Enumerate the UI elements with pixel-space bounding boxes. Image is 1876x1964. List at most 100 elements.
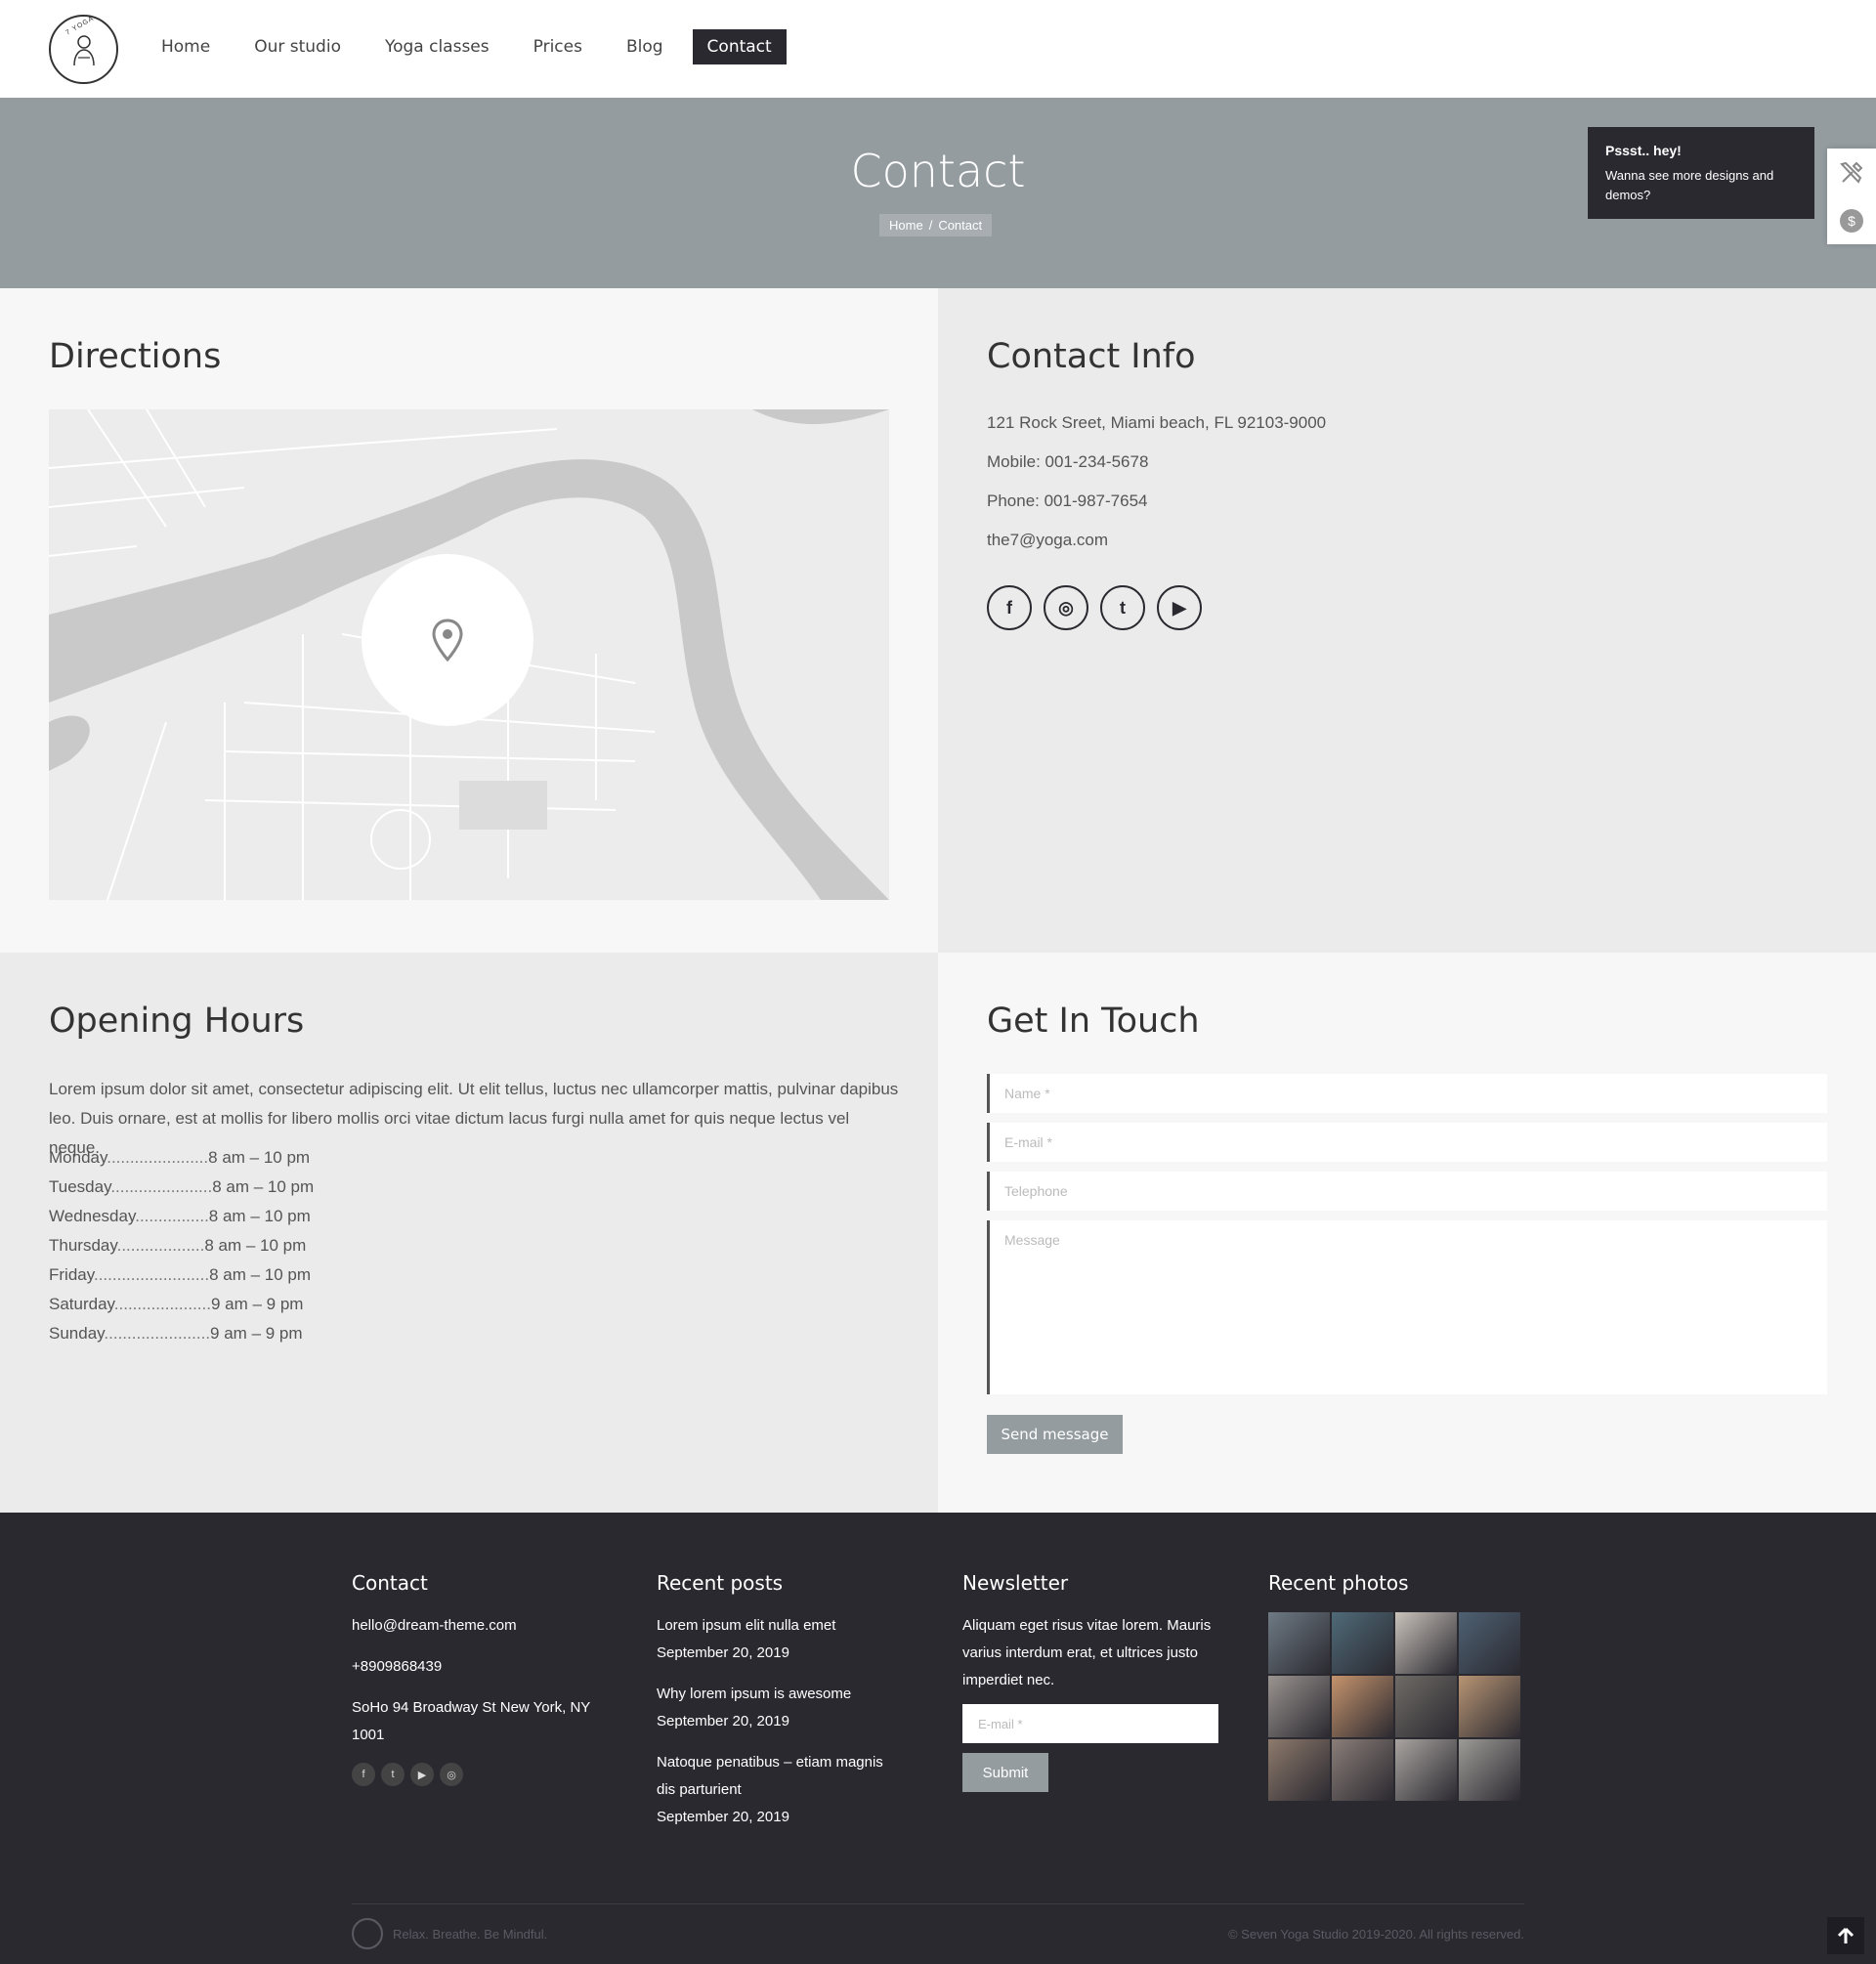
breadcrumb-current: Contact xyxy=(938,218,983,233)
demo-tooltip: Pssst.. hey! Wanna see more designs and … xyxy=(1588,127,1814,219)
hours-day: Sunday xyxy=(49,1324,105,1343)
post-date: September 20, 2019 xyxy=(657,1644,789,1661)
hours-row: Monday......................8 am – 10 pm xyxy=(49,1143,314,1173)
send-message-button[interactable]: Send message xyxy=(987,1415,1123,1454)
footer-email[interactable]: hello@dream-theme.com xyxy=(352,1612,596,1640)
nav-blog[interactable]: Blog xyxy=(612,29,678,64)
map-marker[interactable] xyxy=(362,554,533,726)
instagram-icon[interactable]: ◎ xyxy=(440,1763,463,1786)
recent-photo-thumbnail[interactable] xyxy=(1459,1739,1520,1801)
instagram-icon[interactable]: ◎ xyxy=(1044,585,1088,630)
name-field[interactable]: Name * xyxy=(987,1074,1827,1113)
nav-our-studio[interactable]: Our studio xyxy=(239,29,356,64)
recent-photo-thumbnail[interactable] xyxy=(1332,1676,1393,1737)
hours-list: Monday......................8 am – 10 pm… xyxy=(49,1143,314,1348)
footer-phone: +8909868439 xyxy=(352,1658,443,1675)
twitter-icon[interactable]: t xyxy=(381,1763,405,1786)
contact-info-section: Contact Info 121 Rock Sreet, Miami beach… xyxy=(938,288,1876,953)
telephone-field[interactable]: Telephone xyxy=(987,1172,1827,1211)
facebook-icon[interactable]: f xyxy=(352,1763,375,1786)
get-in-touch-section: Get In Touch Name * E-mail * Telephone M… xyxy=(938,953,1876,1513)
recent-photo-thumbnail[interactable] xyxy=(1268,1676,1330,1737)
post-date: September 20, 2019 xyxy=(657,1713,789,1729)
hours-dots: ....................... xyxy=(104,1324,211,1343)
contact-mobile: Mobile: 001-234-5678 xyxy=(987,452,1149,471)
hours-row: Tuesday......................8 am – 10 p… xyxy=(49,1173,314,1202)
side-tool-panel: $ xyxy=(1827,149,1876,244)
opening-hours-section: Opening Hours Lorem ipsum dolor sit amet… xyxy=(0,953,938,1513)
recent-photo-thumbnail[interactable] xyxy=(1268,1739,1330,1801)
youtube-icon[interactable]: ▶ xyxy=(1157,585,1202,630)
newsletter-submit-button[interactable]: Submit xyxy=(962,1753,1048,1792)
recent-photo-thumbnail[interactable] xyxy=(1268,1612,1330,1674)
map[interactable] xyxy=(49,409,889,900)
recent-photo-thumbnail[interactable] xyxy=(1395,1739,1457,1801)
main-nav: Home Our studio Yoga classes Prices Blog… xyxy=(147,29,801,64)
tooltip-title: Pssst.. hey! xyxy=(1605,143,1682,158)
newsletter-title: Newsletter xyxy=(962,1571,1069,1595)
footer-contact: Contact hello@dream-theme.com +890986843… xyxy=(352,1571,596,1786)
hours-time: 9 am – 9 pm xyxy=(210,1295,304,1313)
post-title[interactable]: Natoque penatibus – etiam magnis dis par… xyxy=(657,1749,901,1804)
email-field[interactable]: E-mail * xyxy=(987,1123,1827,1162)
twitter-icon[interactable]: t xyxy=(1100,585,1145,630)
hours-day: Friday xyxy=(49,1265,94,1284)
message-field[interactable]: Message xyxy=(987,1220,1827,1394)
nav-home[interactable]: Home xyxy=(147,29,225,64)
site-logo[interactable]: 7 YOGA xyxy=(49,15,118,84)
footer-logo[interactable] xyxy=(352,1918,383,1949)
nav-yoga-classes[interactable]: Yoga classes xyxy=(370,29,504,64)
hours-time: 8 am – 10 pm xyxy=(204,1236,307,1255)
recent-photo-thumbnail[interactable] xyxy=(1395,1676,1457,1737)
contact-info-title: Contact Info xyxy=(987,337,1196,376)
site-header: 7 YOGA Home Our studio Yoga classes Pric… xyxy=(0,0,1876,98)
hours-row: Friday.........................8 am – 10… xyxy=(49,1260,314,1290)
back-to-top-button[interactable] xyxy=(1827,1917,1864,1954)
hours-row: Thursday...................8 am – 10 pm xyxy=(49,1231,314,1260)
youtube-icon[interactable]: ▶ xyxy=(410,1763,434,1786)
nav-prices[interactable]: Prices xyxy=(519,29,597,64)
social-links: f ◎ t ▶ xyxy=(987,585,1202,630)
newsletter-email-input[interactable]: E-mail * xyxy=(962,1704,1218,1743)
hours-row: Saturday.....................9 am – 9 pm xyxy=(49,1290,314,1319)
post-date: September 20, 2019 xyxy=(657,1809,789,1825)
hours-dots: ................... xyxy=(116,1236,205,1255)
recent-photo-thumbnail[interactable] xyxy=(1332,1739,1393,1801)
nav-contact[interactable]: Contact xyxy=(692,29,787,64)
footer-newsletter: Newsletter Aliquam eget risus vitae lore… xyxy=(962,1571,1221,1792)
recent-photo-thumbnail[interactable] xyxy=(1459,1612,1520,1674)
contact-address: 121 Rock Sreet, Miami beach, FL 92103-90… xyxy=(987,413,1327,432)
contact-email[interactable]: the7@yoga.com xyxy=(987,531,1108,550)
post-title[interactable]: Lorem ipsum elit nulla emet xyxy=(657,1612,901,1640)
get-in-touch-title: Get In Touch xyxy=(987,1002,1200,1041)
post-title[interactable]: Why lorem ipsum is awesome xyxy=(657,1681,901,1708)
hours-time: 8 am – 10 pm xyxy=(208,1207,311,1225)
hours-row: Sunday.......................9 am – 9 pm xyxy=(49,1319,314,1348)
tools-button[interactable] xyxy=(1827,149,1876,196)
recent-photo-thumbnail[interactable] xyxy=(1459,1676,1520,1737)
hours-dots: ................ xyxy=(135,1207,209,1225)
facebook-icon[interactable]: f xyxy=(987,585,1032,630)
breadcrumb-separator: / xyxy=(928,218,933,233)
recent-photo-thumbnail[interactable] xyxy=(1395,1612,1457,1674)
yoga-figure-icon xyxy=(72,34,95,65)
footer-copyright: © Seven Yoga Studio 2019-2020. All right… xyxy=(1227,1927,1524,1942)
hours-dots: ......................... xyxy=(93,1265,210,1284)
hours-dots: ..................... xyxy=(113,1295,211,1313)
footer-divider xyxy=(352,1903,1524,1904)
hours-dots: ...................... xyxy=(110,1177,213,1196)
site-footer: Contact hello@dream-theme.com +890986843… xyxy=(0,1513,1876,1964)
wrench-icon xyxy=(1840,161,1863,184)
buy-button[interactable]: $ xyxy=(1827,196,1876,244)
hours-row: Wednesday................8 am – 10 pm xyxy=(49,1202,314,1231)
hours-day: Saturday xyxy=(49,1295,114,1313)
photo-grid xyxy=(1268,1612,1524,1801)
breadcrumb: Home / Contact xyxy=(879,214,993,236)
recent-photo-thumbnail[interactable] xyxy=(1332,1612,1393,1674)
footer-recent-posts: Recent posts Lorem ipsum elit nulla emet… xyxy=(657,1571,901,1831)
breadcrumb-home[interactable]: Home xyxy=(889,218,923,233)
newsletter-text: Aliquam eget risus vitae lorem. Mauris v… xyxy=(962,1617,1212,1688)
opening-hours-title: Opening Hours xyxy=(49,1002,305,1041)
hours-day: Monday xyxy=(49,1148,107,1167)
directions-section: Directions xyxy=(0,288,938,953)
